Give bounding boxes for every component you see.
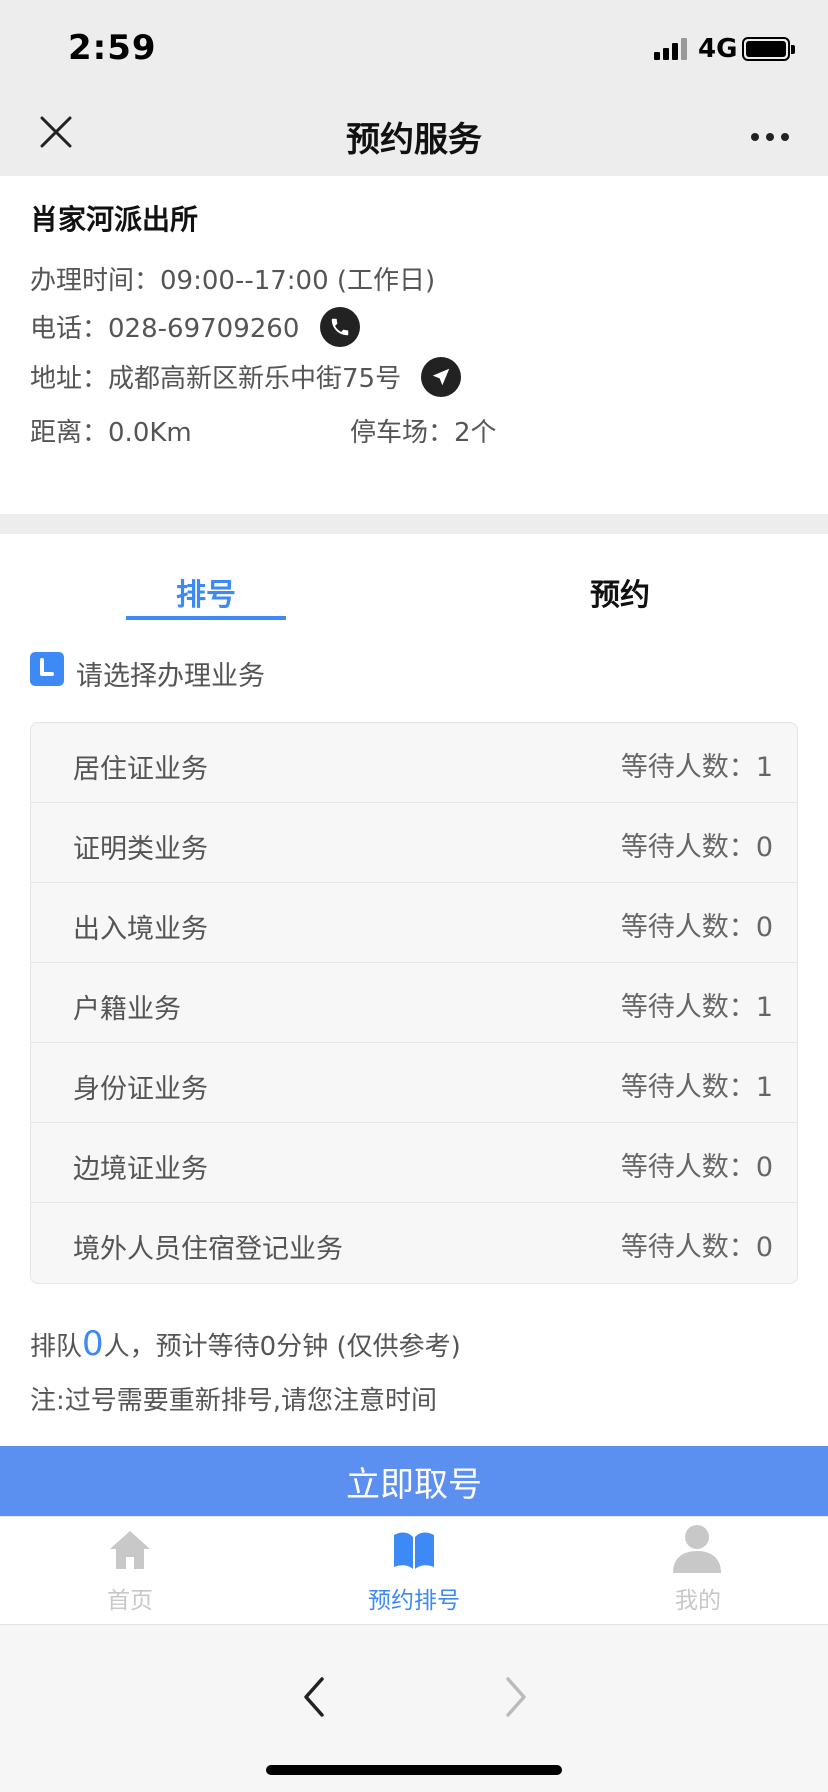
tabbar-label-booking: 预约排号 bbox=[368, 1588, 460, 1614]
waiting-label: 等待人数： bbox=[620, 1232, 756, 1263]
waiting-count: 等待人数：0 bbox=[621, 1225, 773, 1264]
tab-appointment[interactable]: 预约 bbox=[540, 570, 700, 614]
queue-info: 排队0人，预计等待0分钟 (仅供参考) bbox=[30, 1324, 461, 1364]
main-card: 排号 预约 请选择办理业务 居住证业务 等待人数：1 证明类业务 等待人数：0 出入境业… bbox=[0, 534, 828, 1446]
distance-label: 距离： bbox=[30, 418, 109, 448]
parking-value: 2个 bbox=[454, 418, 497, 448]
hours-label: 办理时间： bbox=[30, 266, 161, 296]
waiting-count: 等待人数：1 bbox=[621, 1065, 773, 1104]
address-value: 成都高新区新乐中街75号 bbox=[108, 364, 402, 394]
nav-bar: 预约服务 bbox=[0, 100, 828, 176]
network-type: 4G bbox=[698, 34, 738, 64]
business-row[interactable]: 居住证业务 等待人数：1 bbox=[31, 723, 797, 803]
business-row[interactable]: 户籍业务 等待人数：1 bbox=[31, 963, 797, 1043]
status-time: 2:59 bbox=[68, 28, 157, 68]
more-icon[interactable] bbox=[750, 128, 790, 141]
business-name: 出入境业务 bbox=[73, 914, 208, 945]
waiting-value: 1 bbox=[755, 752, 773, 783]
user-icon bbox=[673, 1525, 721, 1573]
waiting-label: 等待人数： bbox=[620, 992, 756, 1023]
business-row[interactable]: 境外人员住宿登记业务 等待人数：0 bbox=[31, 1203, 797, 1283]
status-bar: 2:59 4G bbox=[0, 0, 828, 100]
address-line: 地址：成都高新区新乐中街75号 bbox=[30, 356, 462, 400]
queue-suffix: 人，预计等待0分钟 (仅供参考) bbox=[103, 1332, 461, 1362]
business-row[interactable]: 出入境业务 等待人数：0 bbox=[31, 883, 797, 963]
waiting-label: 等待人数： bbox=[620, 832, 756, 863]
waiting-label: 等待人数： bbox=[620, 1072, 756, 1103]
business-list: 居住证业务 等待人数：1 证明类业务 等待人数：0 出入境业务 等待人数：0 户籍业务 等待人… bbox=[30, 722, 798, 1284]
distance-line: 距离：0.0Km bbox=[30, 412, 192, 449]
waiting-count: 等待人数：0 bbox=[621, 905, 773, 944]
business-row[interactable]: 边境证业务 等待人数：0 bbox=[31, 1123, 797, 1203]
business-name: 境外人员住宿登记业务 bbox=[73, 1234, 343, 1265]
navigate-icon[interactable] bbox=[421, 356, 462, 397]
battery-icon bbox=[742, 37, 795, 61]
business-row[interactable]: 证明类业务 等待人数：0 bbox=[31, 803, 797, 883]
waiting-count: 等待人数：0 bbox=[621, 1145, 773, 1184]
home-icon bbox=[110, 1531, 150, 1569]
business-row[interactable]: 身份证业务 等待人数：1 bbox=[31, 1043, 797, 1123]
parking-line: 停车场：2个 bbox=[350, 412, 497, 449]
waiting-value: 0 bbox=[755, 832, 773, 863]
waiting-count: 等待人数：1 bbox=[621, 745, 773, 784]
distance-value: 0.0Km bbox=[108, 418, 192, 448]
waiting-count: 等待人数：1 bbox=[621, 985, 773, 1024]
tabbar-item-home[interactable]: 首页 bbox=[30, 1517, 230, 1625]
hours-line: 办理时间：09:00--17:00 (工作日) bbox=[30, 260, 435, 297]
waiting-label: 等待人数： bbox=[620, 752, 756, 783]
page-title: 预约服务 bbox=[346, 120, 482, 160]
station-name: 肖家河派出所 bbox=[30, 203, 199, 236]
forward-arrow-icon[interactable] bbox=[498, 1673, 534, 1721]
business-name: 居住证业务 bbox=[73, 754, 208, 785]
browser-toolbar bbox=[0, 1624, 828, 1792]
waiting-value: 1 bbox=[755, 992, 773, 1023]
section-divider bbox=[0, 514, 828, 534]
tabbar-label-home: 首页 bbox=[107, 1588, 153, 1614]
back-arrow-icon[interactable] bbox=[296, 1673, 332, 1721]
queue-count: 0 bbox=[82, 1324, 104, 1364]
business-name: 户籍业务 bbox=[73, 994, 181, 1025]
take-number-button[interactable]: 立即取号 bbox=[0, 1446, 828, 1516]
waiting-count: 等待人数：0 bbox=[621, 825, 773, 864]
station-info: 肖家河派出所 办理时间：09:00--17:00 (工作日) 电话：028-69… bbox=[0, 176, 828, 514]
business-name: 身份证业务 bbox=[73, 1074, 208, 1105]
waiting-value: 0 bbox=[755, 1152, 773, 1183]
phone-line: 电话：028-69709260 bbox=[30, 306, 360, 350]
section-label: 请选择办理业务 bbox=[76, 661, 265, 692]
clock-icon bbox=[30, 652, 64, 686]
waiting-label: 等待人数： bbox=[620, 912, 756, 943]
tab-active-indicator bbox=[126, 616, 286, 620]
home-indicator bbox=[266, 1765, 562, 1775]
waiting-value: 0 bbox=[755, 912, 773, 943]
waiting-value: 0 bbox=[755, 1232, 773, 1263]
parking-label: 停车场： bbox=[350, 418, 455, 448]
business-name: 证明类业务 bbox=[73, 834, 208, 865]
tabbar-item-me[interactable]: 我的 bbox=[598, 1517, 798, 1625]
tabbar-label-me: 我的 bbox=[675, 1588, 721, 1614]
business-name: 边境证业务 bbox=[73, 1154, 208, 1185]
bottom-tabbar: 首页 预约排号 我的 bbox=[0, 1516, 828, 1624]
signal-icon bbox=[654, 38, 690, 60]
book-icon bbox=[394, 1532, 434, 1569]
tab-queue[interactable]: 排号 bbox=[126, 570, 286, 614]
hours-value: 09:00--17:00 (工作日) bbox=[160, 266, 436, 296]
phone-icon[interactable] bbox=[319, 306, 360, 347]
phone-label: 电话： bbox=[30, 314, 109, 344]
phone-value: 028-69709260 bbox=[108, 314, 300, 344]
queue-prefix: 排队 bbox=[30, 1332, 83, 1362]
queue-note: 注:过号需要重新排号,请您注意时间 bbox=[30, 1386, 438, 1416]
address-label: 地址： bbox=[30, 364, 109, 394]
tabbar-item-booking[interactable]: 预约排号 bbox=[314, 1517, 514, 1625]
waiting-label: 等待人数： bbox=[620, 1152, 756, 1183]
waiting-value: 1 bbox=[755, 1072, 773, 1103]
